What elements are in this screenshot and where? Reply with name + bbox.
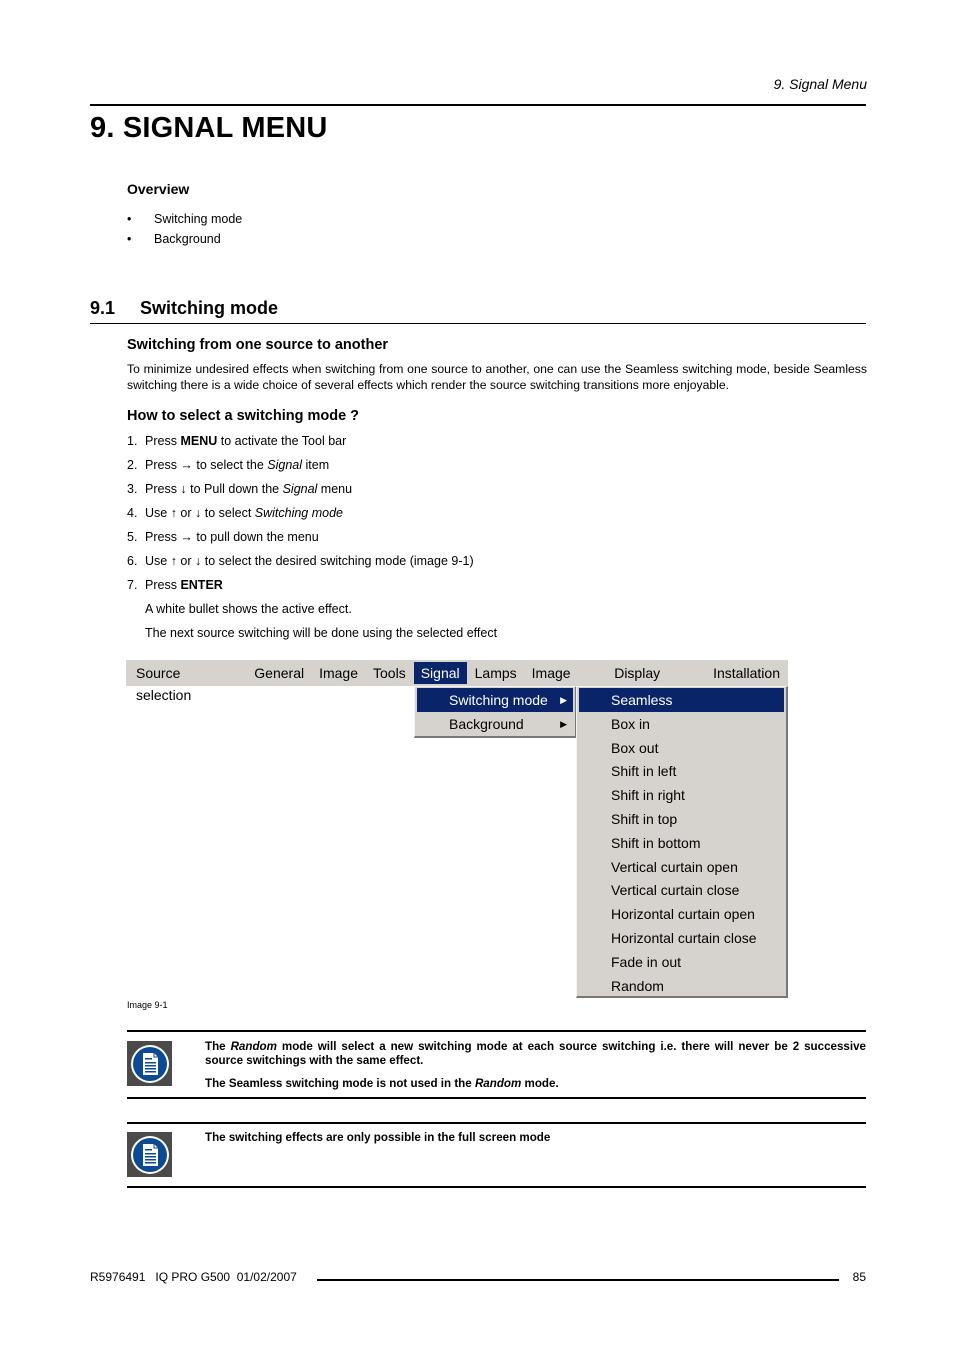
step-text: Press ENTER: [145, 578, 223, 592]
menubar-item-lamps[interactable]: Lamps: [468, 662, 524, 684]
page-number: 85: [852, 1270, 866, 1284]
step-number: 4.: [127, 506, 138, 520]
step-text: Press MENU to activate the Tool bar: [145, 434, 347, 448]
intro-paragraph: To minimize undesired effects when switc…: [127, 362, 867, 392]
note-rule-top: [127, 1030, 866, 1032]
image-caption: Image 9-1: [127, 1000, 168, 1010]
key-name: ENTER: [180, 578, 223, 592]
section-rule: [90, 323, 866, 324]
switching-mode-option[interactable]: Shift in right: [579, 783, 784, 807]
note-text: The Random mode will select a new switch…: [205, 1040, 866, 1100]
step-note: The next source switching will be done u…: [145, 626, 498, 640]
menu-item-background[interactable]: Background ▶: [417, 712, 573, 736]
procedure-step: 2. Press → to select the Signal item: [127, 456, 497, 480]
note-text: The switching effects are only possible …: [205, 1131, 866, 1154]
switching-mode-option[interactable]: Vertical curtain close: [579, 878, 784, 902]
switching-mode-option[interactable]: Horizontal curtain open: [579, 902, 784, 926]
procedure-step: 3. Press ↓ to Pull down the Signal menu: [127, 480, 497, 504]
switching-mode-option[interactable]: Box in: [579, 712, 784, 736]
step-number: 3.: [127, 482, 138, 496]
bullet-icon: •: [127, 232, 132, 246]
procedure-heading: How to select a switching mode ?: [127, 408, 360, 424]
switching-mode-option[interactable]: Fade in out: [579, 950, 784, 974]
footer-doc-info: R5976491 IQ PRO G500 01/02/2007: [90, 1270, 297, 1284]
procedure-step: 4. Use ↑ or ↓ to select Switching mode: [127, 504, 497, 528]
step-number: 1.: [127, 434, 138, 448]
emphasis: Random: [230, 1040, 277, 1053]
switching-mode-option[interactable]: Random: [579, 974, 784, 998]
signal-dropdown-menu: Switching mode ▶ Background ▶: [414, 686, 577, 738]
list-item: • Switching mode: [127, 210, 242, 230]
step-note: A white bullet shows the active effect.: [145, 602, 352, 616]
tool-bar: Source selection General Image Tools Signal L…: [126, 660, 788, 703]
menubar-item-tools[interactable]: Tools: [366, 662, 413, 684]
switching-mode-option[interactable]: Vertical curtain open: [579, 855, 784, 879]
menu-item-name: Switching mode: [254, 506, 344, 520]
section-title: 9.1 Switching mode: [90, 298, 278, 319]
procedure-step: 7. Press ENTER: [127, 576, 497, 600]
list-item: • Background: [127, 230, 242, 250]
step-text: Press → to select the Signal item: [145, 458, 330, 472]
overview-list: • Switching mode • Background: [127, 210, 242, 250]
step-text: Press → to pull down the menu: [145, 530, 319, 544]
menubar-item-display-setup[interactable]: Display setup: [607, 662, 705, 703]
header-rule: [90, 104, 866, 106]
step-text: Press ↓ to Pull down the Signal menu: [145, 482, 353, 496]
list-item-label: Background: [154, 232, 221, 246]
procedure-steps: 1. Press MENU to activate the Tool bar 2. P…: [127, 432, 497, 648]
menu-item-label: Background: [449, 715, 524, 732]
switching-mode-option[interactable]: Horizontal curtain close: [579, 926, 784, 950]
menu-item-name: Signal: [282, 482, 318, 496]
menu-item-name: Signal: [267, 458, 303, 472]
switching-mode-option[interactable]: Shift in left: [579, 759, 784, 783]
switching-mode-option[interactable]: Shift in bottom: [579, 831, 784, 855]
submenu-arrow-icon: ▶: [560, 695, 567, 705]
note-document-icon: [127, 1132, 172, 1177]
section-number: 9.1: [90, 298, 116, 318]
step-number: 2.: [127, 458, 138, 472]
menu-item-switching-mode[interactable]: Switching mode ▶: [417, 688, 573, 712]
switching-mode-submenu: Seamless Box in Box out Shift in left Shift …: [576, 686, 788, 998]
menubar-item-image[interactable]: Image: [312, 662, 365, 684]
overview-heading: Overview: [127, 181, 190, 197]
note-rule-top: [127, 1122, 866, 1124]
step-number: 5.: [127, 530, 138, 544]
step-number: 7.: [127, 578, 138, 592]
switching-mode-option[interactable]: Seamless: [579, 688, 784, 712]
procedure-step: 5. Press → to pull down the menu: [127, 528, 497, 552]
menubar-item-image-files[interactable]: Image files: [525, 662, 607, 703]
running-header: 9. Signal Menu: [773, 76, 867, 92]
note-rule-bottom: [127, 1186, 866, 1188]
procedure-step: 1. Press MENU to activate the Tool bar: [127, 432, 497, 456]
bullet-icon: •: [127, 212, 132, 226]
note-paragraph: The switching effects are only possible …: [205, 1131, 551, 1144]
note-paragraph: The Seamless switching mode is not used …: [205, 1077, 559, 1090]
list-item-label: Switching mode: [154, 212, 243, 226]
submenu-arrow-icon: ▶: [560, 718, 567, 729]
footer-rule: [317, 1279, 839, 1281]
menubar-item-general[interactable]: General: [247, 662, 311, 684]
switching-mode-option[interactable]: Shift in top: [579, 807, 784, 831]
key-name: MENU: [180, 434, 218, 448]
procedure-step: 6. Use ↑ or ↓ to select the desired switc…: [127, 552, 497, 576]
step-text: Use ↑ or ↓ to select the desired switchi…: [145, 554, 474, 568]
chapter-title: 9. SIGNAL MENU: [90, 112, 328, 144]
emphasis: Random: [474, 1077, 522, 1090]
step-number: 6.: [127, 554, 138, 568]
note-rule-bottom: [127, 1097, 866, 1099]
subsection-heading: Switching from one source to another: [127, 337, 389, 353]
switching-mode-option[interactable]: Box out: [579, 736, 784, 760]
step-text: Use ↑ or ↓ to select Switching mode: [145, 506, 344, 520]
menubar-item-signal[interactable]: Signal: [413, 662, 467, 684]
section-title-text: Switching mode: [140, 298, 279, 318]
menubar-item-installation[interactable]: Installation: [706, 662, 787, 684]
menubar-item-source-selection[interactable]: Source selection: [126, 662, 246, 703]
note-document-icon: [127, 1041, 172, 1086]
menu-item-label: Switching mode: [449, 692, 548, 708]
note-paragraph: The Random mode will select a new switch…: [205, 1040, 866, 1067]
